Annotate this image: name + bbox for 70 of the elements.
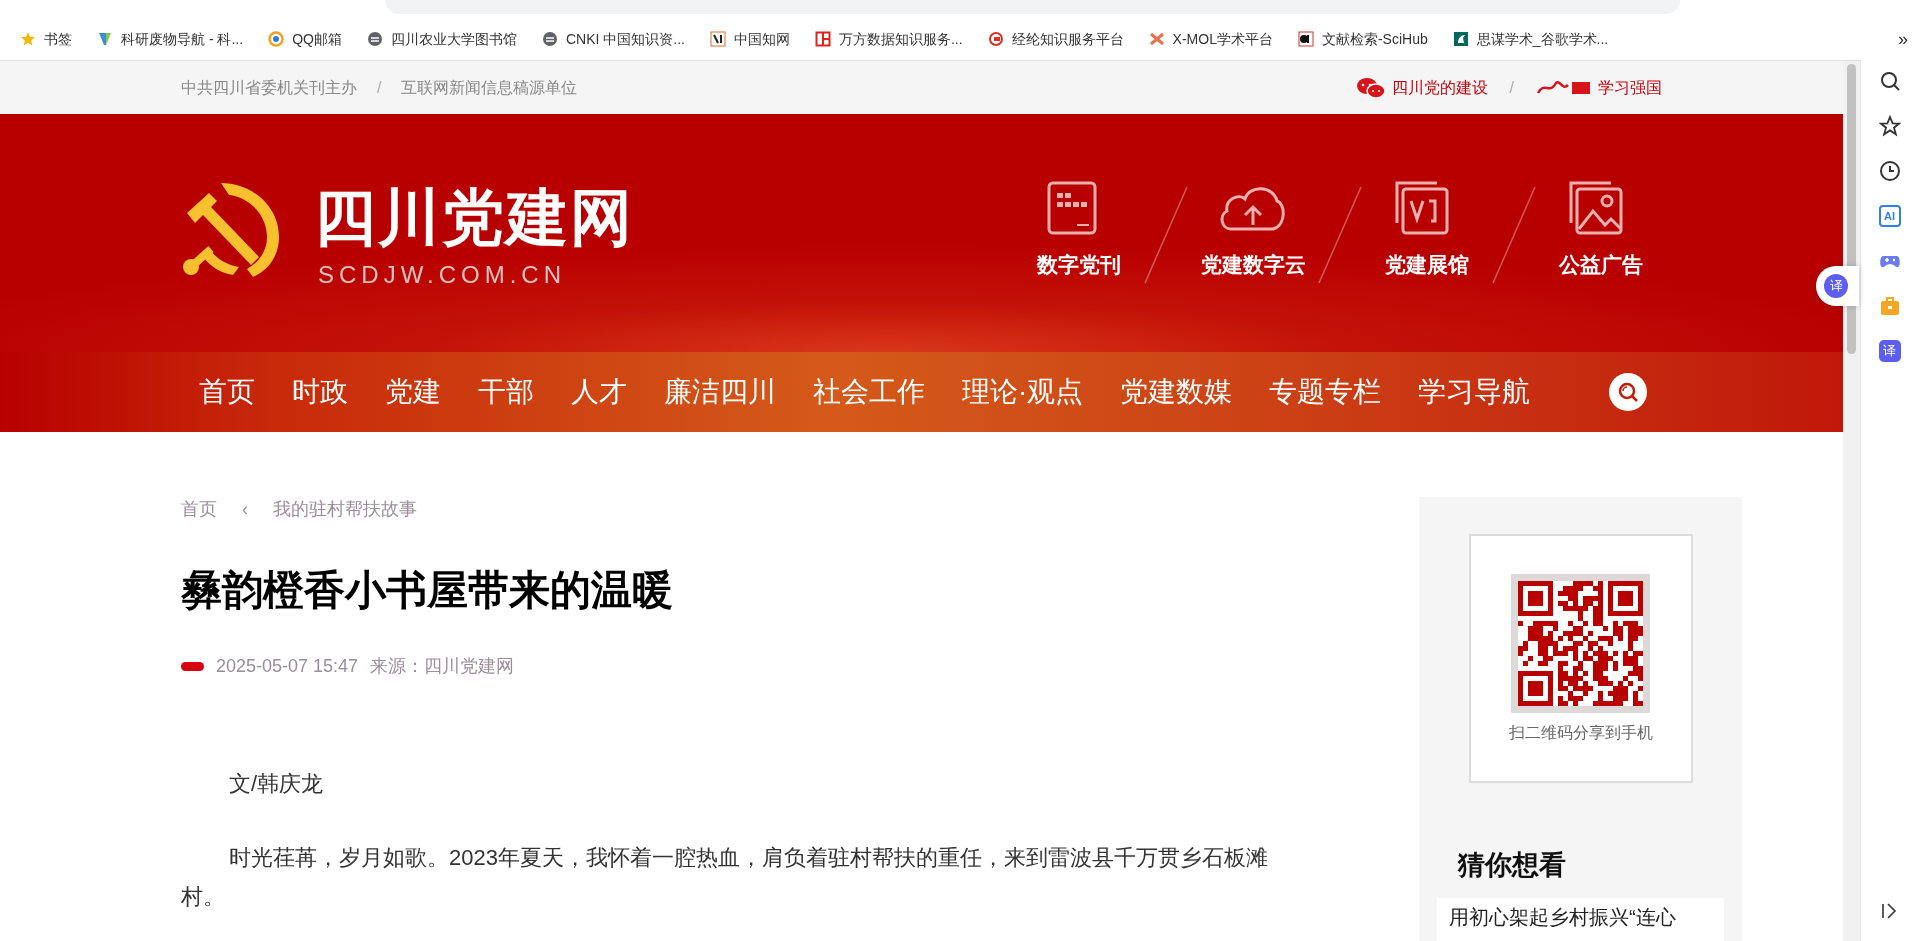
bookmark[interactable]: 科研废物导航 - 科... — [95, 25, 246, 53]
strip-link[interactable]: 学习强国 — [1598, 75, 1662, 100]
logo-title: 四川党建网 — [314, 185, 634, 251]
star-icon[interactable] — [1878, 115, 1901, 137]
nav-link[interactable]: 时政 — [292, 371, 348, 413]
breadcrumb-separator: ‹ — [242, 498, 248, 521]
bookmark[interactable]: CNKI 中国知识资... — [539, 25, 687, 53]
nav-link[interactable]: 理论·观点 — [962, 371, 1084, 413]
site-icon — [1297, 31, 1314, 47]
separator: / — [377, 77, 382, 98]
nav-link[interactable]: 党建数媒 — [1120, 371, 1233, 413]
nav-link[interactable]: 党建 — [385, 371, 441, 413]
article-source: 来源：四川党建网 — [370, 655, 515, 678]
search-icon — [1617, 381, 1639, 403]
site-icon — [1148, 31, 1165, 47]
search-icon[interactable] — [1878, 70, 1901, 92]
clock-icon[interactable] — [1878, 160, 1901, 182]
site-icon — [366, 31, 383, 47]
strip-link[interactable]: 四川党的建设 — [1391, 75, 1488, 100]
bookmark[interactable]: 书签 — [18, 25, 74, 53]
shortcut-link[interactable]: 党建展馆 — [1385, 249, 1469, 281]
bookmark[interactable]: 文献检索-SciHub — [1295, 25, 1430, 53]
search-button[interactable] — [1609, 373, 1647, 411]
qr-caption: 扫二维码分享到手机 — [1508, 723, 1653, 743]
nav-link[interactable]: 专题专栏 — [1269, 371, 1382, 413]
mail-icon — [268, 31, 285, 47]
nav-link[interactable]: 干部 — [478, 371, 534, 413]
strip-text: 互联网新闻信息稿源单位 — [401, 77, 578, 98]
nav-link[interactable]: 学习导航 — [1418, 371, 1531, 413]
shortcut-link[interactable]: 公益广告 — [1559, 249, 1643, 281]
translate-bubble[interactable]: 译 — [1816, 266, 1859, 306]
bookmark[interactable]: 思谋学术_谷歌学术... — [1450, 25, 1611, 53]
logo-domain: SCDJW.COM.CN — [318, 261, 566, 289]
ai-button[interactable]: AI — [1878, 205, 1901, 227]
date-marker — [181, 662, 204, 671]
site-icon — [1452, 31, 1469, 47]
site-icon — [709, 31, 726, 47]
article-date: 2025-05-07 15:47 — [216, 655, 359, 678]
briefcase-icon[interactable] — [1878, 295, 1901, 317]
nav-link[interactable]: 社会工作 — [813, 371, 925, 413]
bookmark[interactable]: 中国知网 — [707, 25, 792, 53]
more-bookmarks-button[interactable]: » — [1898, 25, 1908, 53]
breadcrumb-link[interactable]: 我的驻村帮扶故事 — [273, 496, 417, 523]
star-icon — [20, 31, 36, 47]
section-title: 猜你想看 — [1458, 849, 1566, 882]
separator: / — [1509, 77, 1514, 98]
shortcut-link[interactable]: 党建数字云 — [1200, 249, 1306, 281]
article-title: 彝韵橙香小书屋带来的温暖 — [181, 566, 674, 615]
breadcrumb-link[interactable]: 首页 — [181, 496, 217, 523]
site-icon — [814, 31, 831, 47]
nav-link[interactable]: 廉洁四川 — [664, 371, 776, 413]
strip-text: 中共四川省委机关刊主办 — [181, 77, 357, 98]
scrollbar[interactable] — [1843, 61, 1860, 941]
shortcut-link[interactable]: 数字党刊 — [1037, 249, 1121, 281]
site-icon — [97, 31, 113, 47]
article-paragraph: 时光荏苒，岁月如歌。2023年夏天，我怀着一腔热血，肩负着驻村帮扶的重任，来到雷波县千万贯乡石板滩村。 — [181, 844, 1269, 911]
article-paragraph: 文/韩庆龙 — [228, 770, 325, 798]
bookmark[interactable]: QQ邮箱 — [266, 25, 344, 53]
translate-button[interactable]: 译 — [1878, 340, 1901, 362]
bookmark[interactable]: 经纶知识服务平台 — [985, 25, 1126, 53]
related-article-link[interactable]: 用初心架起乡村振兴“连心 — [1437, 897, 1724, 941]
translate-label: 译 — [1824, 274, 1848, 298]
bookmark[interactable]: 四川农业大学图书馆 — [364, 25, 519, 53]
site-icon — [541, 31, 558, 47]
site-icon — [987, 31, 1004, 47]
bookmark[interactable]: 万方数据知识服务... — [812, 25, 965, 53]
nav-link[interactable]: 人才 — [571, 371, 627, 413]
nav-link[interactable]: 首页 — [199, 371, 255, 413]
chat-bubbles-icon — [1355, 76, 1386, 99]
bookmark[interactable]: X-MOL学术平台 — [1146, 25, 1275, 53]
